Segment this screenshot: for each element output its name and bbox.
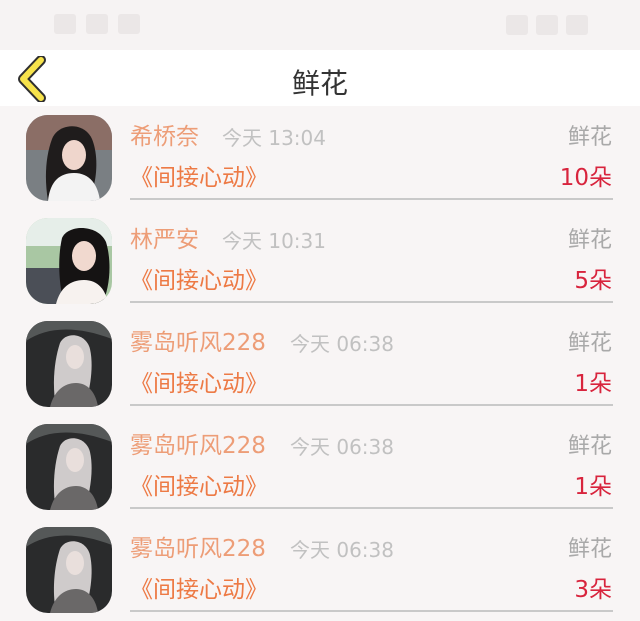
sender-name: 希桥奈 — [130, 124, 199, 150]
avatar-image — [26, 321, 112, 407]
avatar-image — [26, 115, 112, 201]
avatar[interactable] — [26, 115, 112, 201]
list-item[interactable]: 雾岛听风228 今天 06:38 鲜花 《间接心动》 1朵 — [0, 415, 640, 518]
sender-name: 林严安 — [130, 227, 199, 253]
avatar[interactable] — [26, 218, 112, 304]
avatar-image — [26, 218, 112, 304]
avatar[interactable] — [26, 424, 112, 510]
list-item[interactable]: 林严安 今天 10:31 鲜花 《间接心动》 5朵 — [0, 209, 640, 312]
sender-name: 雾岛听风228 — [130, 536, 266, 562]
sender-name: 雾岛听风228 — [130, 330, 266, 356]
gift-type: 鲜花 — [567, 228, 612, 253]
sim-icon — [54, 14, 76, 34]
gift-type: 鲜花 — [567, 331, 612, 356]
gift-type: 鲜花 — [567, 434, 612, 459]
book-title[interactable]: 《间接心动》 — [130, 162, 268, 194]
gift-type: 鲜花 — [567, 537, 612, 562]
page-title: 鲜花 — [291, 67, 348, 100]
gift-count: 3朵 — [574, 577, 612, 603]
gift-list: 希桥奈 今天 13:04 鲜花 《间接心动》 10朵 林严安 今天 10:31 … — [0, 106, 640, 621]
book-title[interactable]: 《间接心动》 — [130, 574, 268, 606]
header: 鲜花 — [0, 50, 640, 106]
divider — [130, 198, 613, 200]
bluetooth-icon — [506, 15, 528, 35]
status-icons-left — [54, 14, 140, 34]
book-title[interactable]: 《间接心动》 — [130, 265, 268, 297]
timestamp: 今天 06:38 — [290, 538, 394, 562]
avatar[interactable] — [26, 527, 112, 613]
status-bar — [0, 0, 640, 50]
timestamp: 今天 06:38 — [290, 435, 394, 459]
avatar[interactable] — [26, 321, 112, 407]
gift-count: 1朵 — [574, 371, 612, 397]
divider — [130, 404, 613, 406]
gift-count: 10朵 — [559, 165, 612, 191]
status-icons-right — [506, 15, 588, 35]
avatar-image — [26, 424, 112, 510]
timestamp: 今天 06:38 — [290, 332, 394, 356]
gift-count: 5朵 — [574, 268, 612, 294]
timestamp: 今天 13:04 — [222, 126, 326, 150]
divider — [130, 610, 613, 612]
list-item[interactable]: 雾岛听风228 今天 06:38 鲜花 《间接心动》 3朵 — [0, 518, 640, 621]
signal-icon — [86, 14, 108, 34]
sender-name: 雾岛听风228 — [130, 433, 266, 459]
book-title[interactable]: 《间接心动》 — [130, 368, 268, 400]
divider — [130, 301, 613, 303]
list-item[interactable]: 希桥奈 今天 13:04 鲜花 《间接心动》 10朵 — [0, 106, 640, 209]
book-title[interactable]: 《间接心动》 — [130, 471, 268, 503]
gift-type: 鲜花 — [567, 125, 612, 150]
divider — [130, 507, 613, 509]
list-item[interactable]: 雾岛听风228 今天 06:38 鲜花 《间接心动》 1朵 — [0, 312, 640, 415]
gift-count: 1朵 — [574, 474, 612, 500]
battery-icon — [566, 15, 588, 35]
timestamp: 今天 10:31 — [222, 229, 326, 253]
alarm-icon — [536, 15, 558, 35]
avatar-image — [26, 527, 112, 613]
wifi-icon — [118, 14, 140, 34]
